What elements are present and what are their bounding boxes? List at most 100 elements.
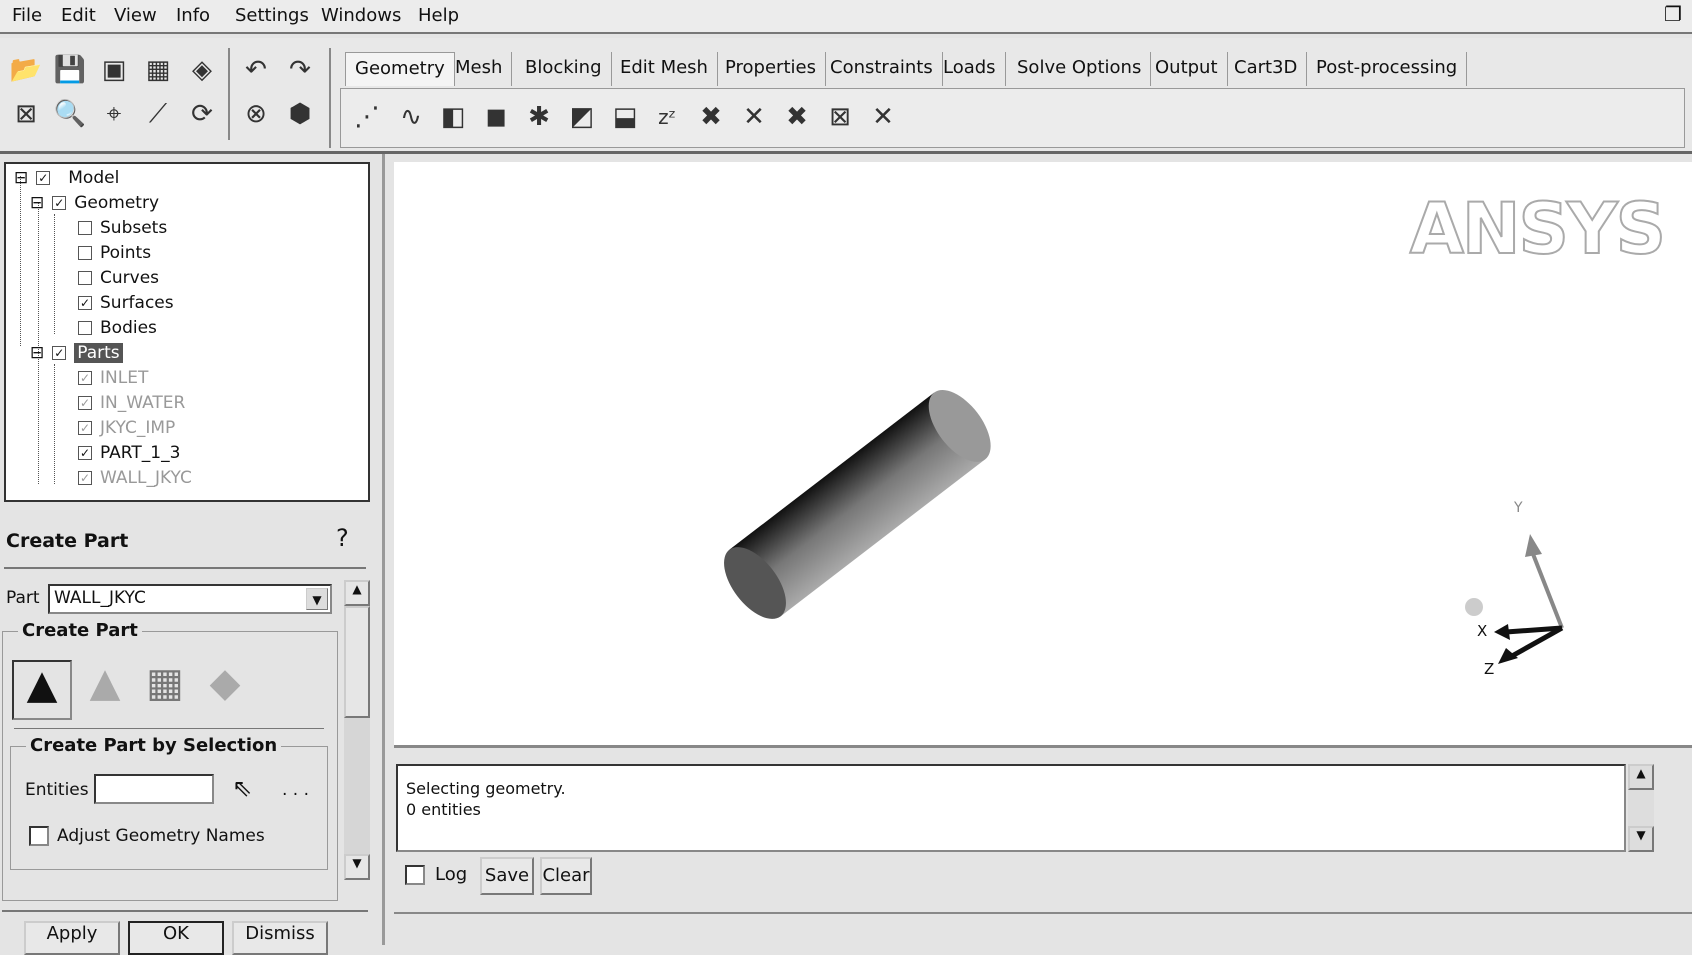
clear-log-button[interactable]: Clear [540,857,592,895]
checkbox[interactable] [78,321,92,335]
part-label: Part [6,588,40,608]
tab-cart3d[interactable]: Cart3D [1225,52,1308,86]
checkbox[interactable]: ✓ [36,171,51,185]
graphics-viewport[interactable]: ANSYS Y X Z [394,162,1692,745]
panel-scrollbar[interactable]: ▲ ▼ [344,580,370,880]
create-surface-icon[interactable]: ◧ [435,99,471,135]
solid-icon[interactable]: ⬢ [282,96,318,132]
menu-edit[interactable]: Edit [61,5,96,26]
scroll-down-icon[interactable]: ▼ [1628,826,1654,852]
transform-icon[interactable]: ⬓ [607,99,643,135]
zoom-box-icon[interactable]: 🔍 [52,96,88,132]
tree-node-geometry[interactable]: ⊟ ✓ Geometry [30,193,159,213]
measure-icon[interactable]: ⌖ [96,96,132,132]
scroll-down-icon[interactable]: ▼ [344,854,370,880]
menu-file[interactable]: File [12,5,42,26]
delete-curve-icon[interactable]: ✕ [736,99,772,135]
tab-bar: Geometry Mesh Blocking Edit Mesh Propert… [0,38,1692,98]
collapse-icon[interactable]: ⊟ [14,168,28,188]
tree-node-surfaces[interactable]: ✓ Surfaces [78,293,174,313]
collapse-icon[interactable]: ⊟ [30,343,44,363]
menu-settings[interactable]: Settings [235,5,309,26]
part-select[interactable]: WALL_JKYC ▼ [48,584,332,614]
checkbox[interactable]: ✓ [78,396,92,410]
refresh-icon[interactable]: ⟳ [184,96,220,132]
checkbox[interactable]: ✓ [52,346,67,360]
fit-window-icon[interactable]: ⊠ [8,96,44,132]
tree-node-part[interactable]: ✓ PART_1_3 [78,443,180,463]
checkbox[interactable]: ✓ [78,421,92,435]
tab-blocking[interactable]: Blocking [516,52,612,86]
delete-point-icon[interactable]: ✖ [693,99,729,135]
wireframe-icon[interactable]: ⊗ [238,96,274,132]
more-button[interactable]: . . . [282,780,309,800]
tab-loads[interactable]: Loads [934,52,1006,86]
create-part-by-selection-icon[interactable]: ▲ [12,660,72,720]
menu-help[interactable]: Help [418,5,459,26]
repair-geometry-icon[interactable]: ✱ [521,99,557,135]
tree-node-model[interactable]: ⊟ ✓ Model [14,168,119,188]
checkbox[interactable]: ✓ [78,471,92,485]
ansys-logo: ANSYS [1409,187,1667,271]
checkbox[interactable]: ✓ [52,196,67,210]
tab-properties[interactable]: Properties [716,52,826,86]
scroll-thumb[interactable] [344,606,370,718]
save-log-button[interactable]: Save [480,857,534,895]
ok-button[interactable]: OK [128,921,224,955]
tab-solve-options[interactable]: Solve Options [1008,52,1152,86]
create-point-icon[interactable]: ⋰ [349,99,385,135]
delete-surface-icon[interactable]: ✖ [779,99,815,135]
tree-node-bodies[interactable]: Bodies [78,318,157,338]
menu-info[interactable]: Info [176,5,210,26]
tree-node-points[interactable]: Points [78,243,151,263]
create-curve-icon[interactable]: ∿ [393,99,429,135]
checkbox[interactable] [78,221,92,235]
menu-view[interactable]: View [114,5,157,26]
scroll-up-icon[interactable]: ▲ [344,580,370,606]
entities-input[interactable] [94,774,214,804]
tree-node-part[interactable]: ✓ JKYC_IMP [78,418,175,438]
select-cursor-icon[interactable]: ⇖ [232,774,252,802]
checkbox[interactable]: ✓ [78,371,92,385]
tab-edit-mesh[interactable]: Edit Mesh [611,52,718,86]
create-part-by-cut-icon[interactable]: ◆ [198,660,252,720]
log-checkbox[interactable] [405,865,425,885]
tab-output[interactable]: Output [1146,52,1228,86]
tree-node-subsets[interactable]: Subsets [78,218,167,238]
checkbox[interactable]: ✓ [78,446,92,460]
adjust-names-checkbox[interactable] [29,826,49,846]
axis-triad-icon [1465,534,1564,664]
restore-window-icon[interactable]: ❐ [1664,2,1682,26]
scroll-up-icon[interactable]: ▲ [1628,764,1654,790]
tab-constraints[interactable]: Constraints [821,52,943,86]
subgroup-title: Create Part by Selection [26,735,282,756]
create-part-by-element-icon[interactable]: ▦ [136,660,194,720]
message-scrollbar[interactable]: ▲ ▼ [1628,764,1654,852]
tab-mesh[interactable]: Mesh [446,52,513,86]
delete-any-icon[interactable]: ✕ [865,99,901,135]
dismiss-button[interactable]: Dismiss [232,921,328,955]
create-body-icon[interactable]: ◼ [478,99,514,135]
apply-button[interactable]: Apply [24,921,120,955]
help-icon[interactable]: ? [336,524,349,552]
checkbox[interactable] [78,271,92,285]
menu-windows[interactable]: Windows [321,5,401,26]
geometry-operations-icon[interactable]: ◩ [564,99,600,135]
tree-node-part[interactable]: ✓ WALL_JKYC [78,468,192,488]
sleep-icon[interactable]: zᶻ [649,99,685,135]
splitter[interactable] [382,154,385,945]
tab-post-processing[interactable]: Post-processing [1307,52,1468,86]
tree-node-part[interactable]: ✓ IN_WATER [78,393,185,413]
delete-body-icon[interactable]: ⊠ [822,99,858,135]
collapse-icon[interactable]: ⊟ [30,193,44,213]
message-window[interactable]: Selecting geometry. 0 entities [396,764,1626,852]
create-part-by-tolerance-icon[interactable]: ▲ [78,660,132,720]
checkbox[interactable]: ✓ [78,296,92,310]
tree-node-part[interactable]: ✓ INLET [78,368,148,388]
checkbox[interactable] [78,246,92,260]
chevron-down-icon[interactable]: ▼ [306,588,328,610]
tree-node-curves[interactable]: Curves [78,268,159,288]
tab-geometry[interactable]: Geometry [345,52,455,86]
lcs-icon[interactable]: ⟋ [140,96,176,132]
tree-node-parts[interactable]: ⊟ ✓ Parts [30,343,123,363]
